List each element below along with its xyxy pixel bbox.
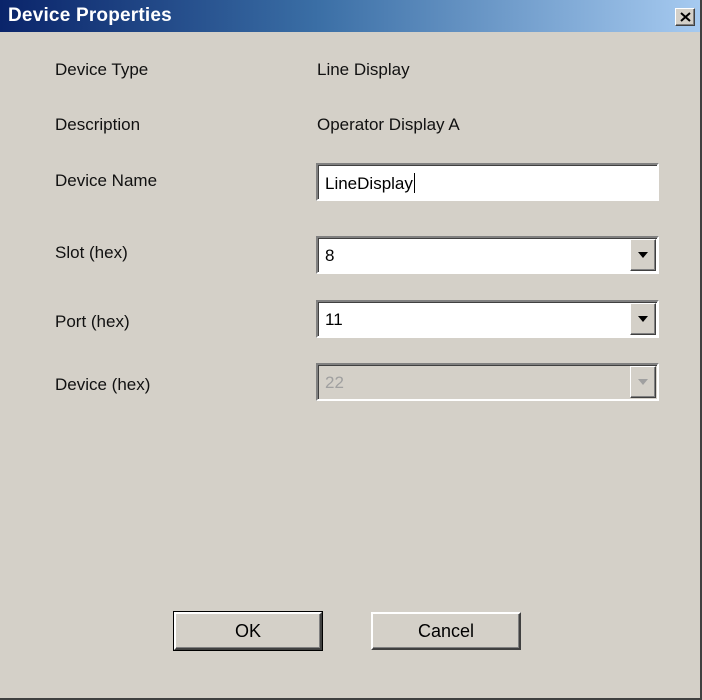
description-value: Operator Display A [317,115,460,134]
slot-dropdown-button[interactable] [630,239,656,271]
close-icon [680,12,691,22]
device-hex-label: Device (hex) [55,375,151,394]
port-label: Port (hex) [55,312,130,331]
port-select[interactable]: 11 [316,300,659,338]
title-bar[interactable]: Device Properties [0,0,700,32]
device-name-label: Device Name [55,171,158,190]
chevron-down-icon [638,379,648,385]
ok-button[interactable]: OK [173,611,323,651]
slot-selected-value: 8 [325,246,335,265]
cancel-button[interactable]: Cancel [371,612,521,650]
window-title: Device Properties [8,5,172,26]
device-name-value: LineDisplay [325,174,413,193]
description-label: Description [55,115,141,134]
close-button[interactable] [675,8,695,26]
device-name-field[interactable]: LineDisplay [316,163,659,201]
device-properties-dialog: Device Properties Device Type Line Displ… [0,0,702,700]
chevron-down-icon [638,252,648,258]
device-type-label: Device Type [55,60,149,79]
device-type-value: Line Display [317,60,410,79]
device-hex-dropdown-button [630,366,656,398]
device-hex-select: 22 [316,363,659,401]
slot-select[interactable]: 8 [316,236,659,274]
chevron-down-icon [638,316,648,322]
port-selected-value: 11 [325,310,343,329]
text-caret [413,173,415,193]
device-hex-selected-value: 22 [325,373,344,392]
port-dropdown-button[interactable] [630,303,656,335]
slot-label: Slot (hex) [55,243,128,262]
